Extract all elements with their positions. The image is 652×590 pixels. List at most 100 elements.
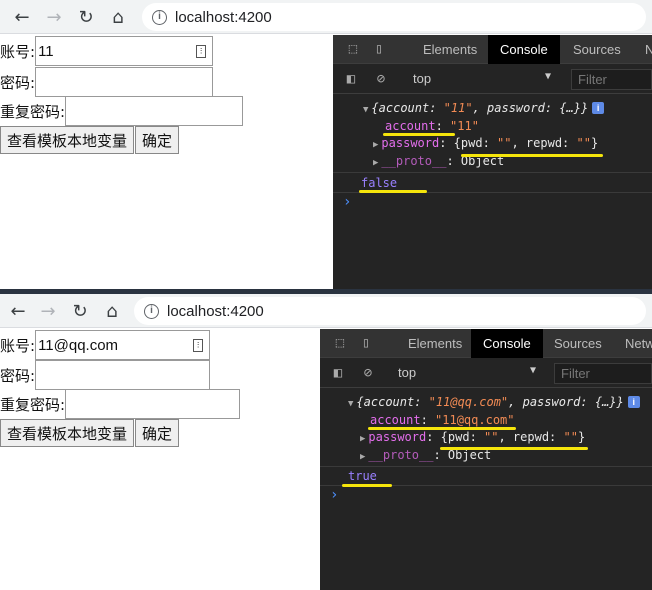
- console-sidebar-icon[interactable]: ◧: [343, 71, 359, 87]
- screenshot-2: ← → ↻ ⌂ i localhost:4200 账号: 11@qq.com ⋮…: [0, 294, 652, 590]
- device-toolbar-icon[interactable]: ▯: [371, 41, 387, 57]
- password-input[interactable]: [35, 67, 214, 97]
- home-button[interactable]: ⌂: [104, 3, 132, 31]
- highlight-underline: [368, 427, 516, 430]
- address-text: localhost:4200: [167, 302, 264, 320]
- console-prompt[interactable]: ›: [330, 487, 338, 503]
- arrow-left-icon: ←: [14, 6, 30, 28]
- tab-sources[interactable]: Sources: [542, 329, 614, 358]
- filter-input[interactable]: Filter: [554, 363, 652, 384]
- highlight-underline: [359, 190, 427, 193]
- console-prompt[interactable]: ›: [343, 194, 351, 210]
- password-label: 密码:: [0, 73, 36, 92]
- expand-right-icon: ▶: [360, 452, 366, 462]
- home-button[interactable]: ⌂: [98, 297, 126, 325]
- tab-more[interactable]: N: [633, 35, 652, 64]
- device-toolbar-icon[interactable]: ▯: [358, 335, 374, 351]
- expand-down-icon: ▼: [348, 399, 354, 409]
- context-selector[interactable]: top: [398, 365, 416, 380]
- button-row: 查看模板本地变量 确定: [0, 419, 180, 447]
- expand-right-icon: ▶: [360, 434, 366, 444]
- password-val-open: {pwd:: [453, 136, 498, 150]
- home-icon: ⌂: [112, 6, 124, 28]
- tab-console[interactable]: Console: [471, 329, 543, 358]
- console-account-line: account: "11@qq.com": [370, 413, 515, 427]
- console-toolbar: ◧ ⊘ top ▼ Filter: [320, 359, 652, 388]
- account-input[interactable]: 11@qq.com ⋮: [35, 330, 211, 360]
- password-input[interactable]: [35, 360, 211, 390]
- obj-account-val: "11@qq.com": [428, 395, 509, 409]
- inspect-element-icon[interactable]: ⬚: [332, 335, 348, 351]
- screenshot-1: ← → ↻ ⌂ i localhost:4200 账号: 11 ⋮ 密码: 重复…: [0, 0, 652, 290]
- confirm-button[interactable]: 确定: [135, 419, 180, 447]
- console-password-line[interactable]: ▶ password: {pwd: "", repwd: ""}: [373, 136, 598, 150]
- context-selector[interactable]: top: [413, 71, 431, 86]
- expand-right-icon: ▶: [373, 158, 379, 168]
- expand-right-icon: ▶: [373, 140, 379, 150]
- console-object-summary[interactable]: ▼ {account: "11@qq.com", password: {…}} i: [348, 395, 640, 409]
- console-proto-line[interactable]: ▶ __proto__: Object: [360, 448, 491, 462]
- arrow-right-icon: →: [40, 300, 56, 322]
- account-colon: :: [435, 119, 451, 133]
- console-sidebar-icon[interactable]: ◧: [330, 365, 346, 381]
- devtools-panel: ⬚ ▯ Elements Console Sources N ◧ ⊘ top ▼…: [333, 35, 652, 290]
- chevron-down-icon: ▼: [545, 71, 552, 82]
- proto-key: __proto__: [368, 448, 434, 462]
- reload-button[interactable]: ↻: [72, 3, 100, 31]
- back-button[interactable]: ←: [4, 297, 32, 325]
- console-toolbar: ◧ ⊘ top ▼ Filter: [333, 65, 652, 94]
- address-bar[interactable]: i localhost:4200: [134, 297, 646, 325]
- console-password-line[interactable]: ▶ password: {pwd: "", repwd: ""}: [360, 430, 585, 444]
- devtools-panel: ⬚ ▯ Elements Console Sources Netw ◧ ⊘ to…: [320, 329, 652, 590]
- highlight-underline: [440, 447, 588, 450]
- account-val: "11@qq.com": [435, 413, 515, 427]
- obj-open: {account:: [371, 101, 444, 115]
- account-label: 账号:: [0, 336, 36, 355]
- console-result: true: [348, 469, 377, 483]
- password-val-open: {pwd:: [440, 430, 485, 444]
- info-badge-icon[interactable]: i: [627, 396, 640, 408]
- account-value: 11@qq.com: [38, 336, 119, 354]
- devtools-tabbar: ⬚ ▯ Elements Console Sources N: [333, 35, 652, 64]
- console-object-summary[interactable]: ▼ {account: "11", password: {…}} i: [363, 101, 605, 115]
- tab-sources[interactable]: Sources: [561, 35, 633, 64]
- info-icon[interactable]: i: [144, 303, 159, 319]
- view-template-vars-button[interactable]: 查看模板本地变量: [0, 419, 135, 447]
- repwd-val: "": [576, 136, 591, 150]
- arrow-left-icon: ←: [10, 300, 26, 322]
- account-label: 账号:: [0, 42, 36, 61]
- info-icon[interactable]: i: [152, 9, 167, 25]
- repeat-password-input[interactable]: [65, 389, 241, 419]
- repwd-val: "": [563, 430, 578, 444]
- info-badge-icon[interactable]: i: [592, 102, 605, 114]
- forward-button[interactable]: →: [40, 3, 68, 31]
- account-input[interactable]: 11 ⋮: [35, 36, 214, 66]
- home-icon: ⌂: [106, 300, 118, 322]
- proto-key: __proto__: [381, 154, 447, 168]
- tab-console[interactable]: Console: [488, 35, 560, 64]
- proto-colon: :: [433, 448, 448, 462]
- password-val-close: }: [590, 136, 599, 150]
- confirm-button[interactable]: 确定: [135, 126, 180, 154]
- pwd-val: "": [497, 136, 512, 150]
- password-colon: :: [439, 136, 454, 150]
- filter-input[interactable]: Filter: [571, 69, 652, 90]
- tab-network[interactable]: Netw: [613, 329, 652, 358]
- clear-console-icon[interactable]: ⊘: [373, 71, 389, 87]
- inspect-element-icon[interactable]: ⬚: [345, 41, 361, 57]
- view-template-vars-button[interactable]: 查看模板本地变量: [0, 126, 135, 154]
- repwd-sep: , repwd:: [511, 136, 577, 150]
- console-separator: [333, 172, 652, 173]
- back-button[interactable]: ←: [8, 3, 36, 31]
- forward-button[interactable]: →: [34, 297, 62, 325]
- reload-button[interactable]: ↻: [66, 297, 94, 325]
- address-text: localhost:4200: [175, 8, 272, 26]
- address-bar[interactable]: i localhost:4200: [142, 3, 646, 31]
- highlight-underline: [342, 484, 392, 487]
- password-key: password: [368, 430, 427, 444]
- repeat-password-input[interactable]: [65, 96, 244, 126]
- tab-elements[interactable]: Elements: [396, 329, 474, 358]
- tab-elements[interactable]: Elements: [411, 35, 489, 64]
- clear-console-icon[interactable]: ⊘: [360, 365, 376, 381]
- highlight-underline: [461, 154, 603, 157]
